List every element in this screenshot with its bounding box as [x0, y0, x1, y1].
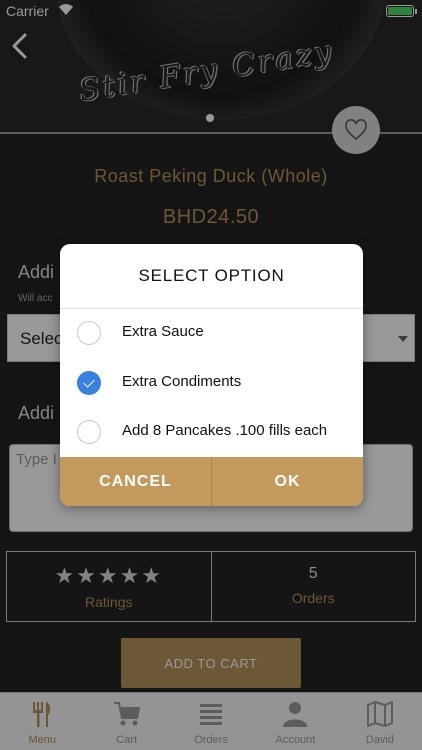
option-label: Add 8 Pancakes .100 fills each — [122, 422, 328, 439]
option-add-pancakes[interactable]: Add 8 Pancakes .100 fills each — [60, 407, 363, 457]
radio-unchecked[interactable] — [77, 321, 101, 345]
cancel-button[interactable]: CANCEL — [60, 457, 211, 506]
ok-button[interactable]: OK — [211, 457, 363, 506]
option-label: Extra Condiments — [122, 373, 242, 390]
option-label: Extra Sauce — [122, 323, 204, 340]
option-extra-sauce[interactable]: Extra Sauce — [60, 308, 363, 358]
option-extra-condiments[interactable]: Extra Condiments — [60, 358, 363, 408]
select-option-dialog: SELECT OPTION Extra Sauce Extra Condimen… — [60, 244, 363, 506]
product-detail-screen: Stir Fry Crazy Carrier Roast Peking Duck… — [0, 0, 422, 750]
dialog-title: SELECT OPTION — [138, 266, 285, 285]
dialog-button-bar: CANCEL OK — [60, 457, 363, 506]
radio-unchecked[interactable] — [77, 420, 101, 444]
radio-checked[interactable] — [77, 371, 101, 395]
